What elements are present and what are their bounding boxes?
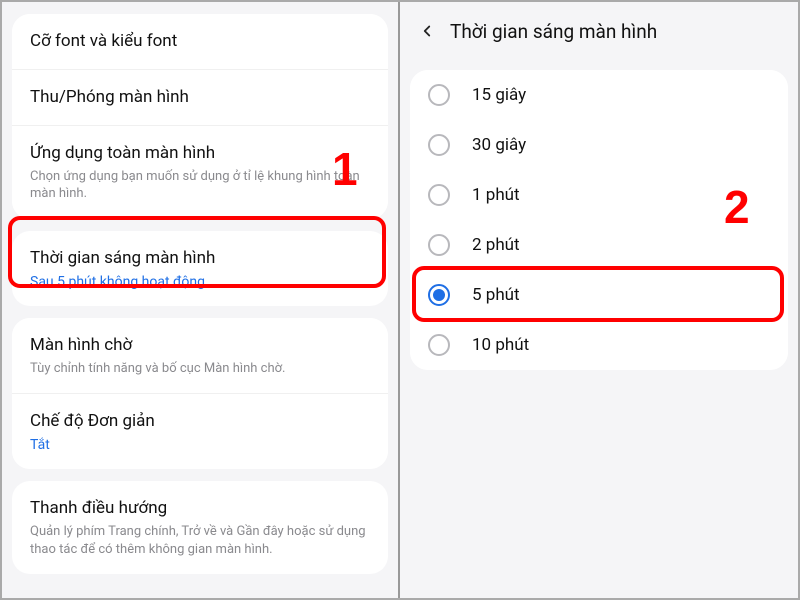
row-screen-timeout[interactable]: Thời gian sáng màn hình Sau 5 phút không… <box>12 231 388 306</box>
timeout-option[interactable]: 1 phút <box>410 170 788 220</box>
row-title: Thời gian sáng màn hình <box>30 247 370 270</box>
row-title: Thu/Phóng màn hình <box>30 86 370 109</box>
row-screen-zoom[interactable]: Thu/Phóng màn hình <box>12 70 388 126</box>
row-always-on-display[interactable]: Màn hình chờ Tùy chỉnh tính năng và bố c… <box>12 318 388 394</box>
row-title: Thanh điều hướng <box>30 497 370 520</box>
option-label: 5 phút <box>472 285 520 305</box>
option-label: 15 giây <box>472 85 526 105</box>
row-value: Tắt <box>30 437 370 453</box>
timeout-option[interactable]: 2 phút <box>410 220 788 270</box>
row-title: Ứng dụng toàn màn hình <box>30 142 370 165</box>
row-title: Màn hình chờ <box>30 334 370 357</box>
radio-icon[interactable] <box>428 134 450 156</box>
timeout-options-group: 15 giây 30 giây 1 phút 2 phút 5 phút 10 phút <box>410 70 788 370</box>
row-navigation-bar[interactable]: Thanh điều hướng Quản lý phím Trang chín… <box>12 481 388 574</box>
option-label: 30 giây <box>472 135 526 155</box>
row-font-size-style[interactable]: Cỡ font và kiểu font <box>12 14 388 70</box>
radio-icon[interactable] <box>428 234 450 256</box>
timeout-option[interactable]: 15 giây <box>410 70 788 120</box>
row-fullscreen-apps[interactable]: Ứng dụng toàn màn hình Chọn ứng dụng bạn… <box>12 126 388 219</box>
radio-icon[interactable] <box>428 184 450 206</box>
row-subtitle: Chọn ứng dụng bạn muốn sử dụng ở tỉ lệ k… <box>30 168 370 203</box>
back-icon[interactable] <box>414 18 440 44</box>
option-label: 1 phút <box>472 185 520 205</box>
radio-icon[interactable] <box>428 284 450 306</box>
row-title: Cỡ font và kiểu font <box>30 30 370 53</box>
settings-group-1: Cỡ font và kiểu font Thu/Phóng màn hình … <box>12 14 388 219</box>
radio-icon[interactable] <box>428 334 450 356</box>
timeout-option[interactable]: 10 phút <box>410 320 788 370</box>
radio-icon[interactable] <box>428 84 450 106</box>
settings-display-pane: Cỡ font và kiểu font Thu/Phóng màn hình … <box>2 2 400 598</box>
option-label: 2 phút <box>472 235 520 255</box>
row-subtitle: Quản lý phím Trang chính, Trở về và Gần … <box>30 523 370 558</box>
page-header: Thời gian sáng màn hình <box>400 2 798 60</box>
row-title: Chế độ Đơn giản <box>30 410 370 433</box>
timeout-option[interactable]: 30 giây <box>410 120 788 170</box>
settings-group-4: Thanh điều hướng Quản lý phím Trang chín… <box>12 481 388 574</box>
option-label: 10 phút <box>472 335 529 355</box>
timeout-option[interactable]: 5 phút <box>410 270 788 320</box>
row-value: Sau 5 phút không hoạt động <box>30 274 370 290</box>
tutorial-split-view: Cỡ font và kiểu font Thu/Phóng màn hình … <box>0 0 800 600</box>
row-easy-mode[interactable]: Chế độ Đơn giản Tắt <box>12 394 388 469</box>
page-title: Thời gian sáng màn hình <box>450 20 657 43</box>
settings-group-3: Màn hình chờ Tùy chỉnh tính năng và bố c… <box>12 318 388 469</box>
screen-timeout-pane: Thời gian sáng màn hình 15 giây 30 giây 1 … <box>400 2 798 598</box>
row-subtitle: Tùy chỉnh tính năng và bố cục Màn hình c… <box>30 360 370 378</box>
settings-group-2: Thời gian sáng màn hình Sau 5 phút không… <box>12 231 388 306</box>
